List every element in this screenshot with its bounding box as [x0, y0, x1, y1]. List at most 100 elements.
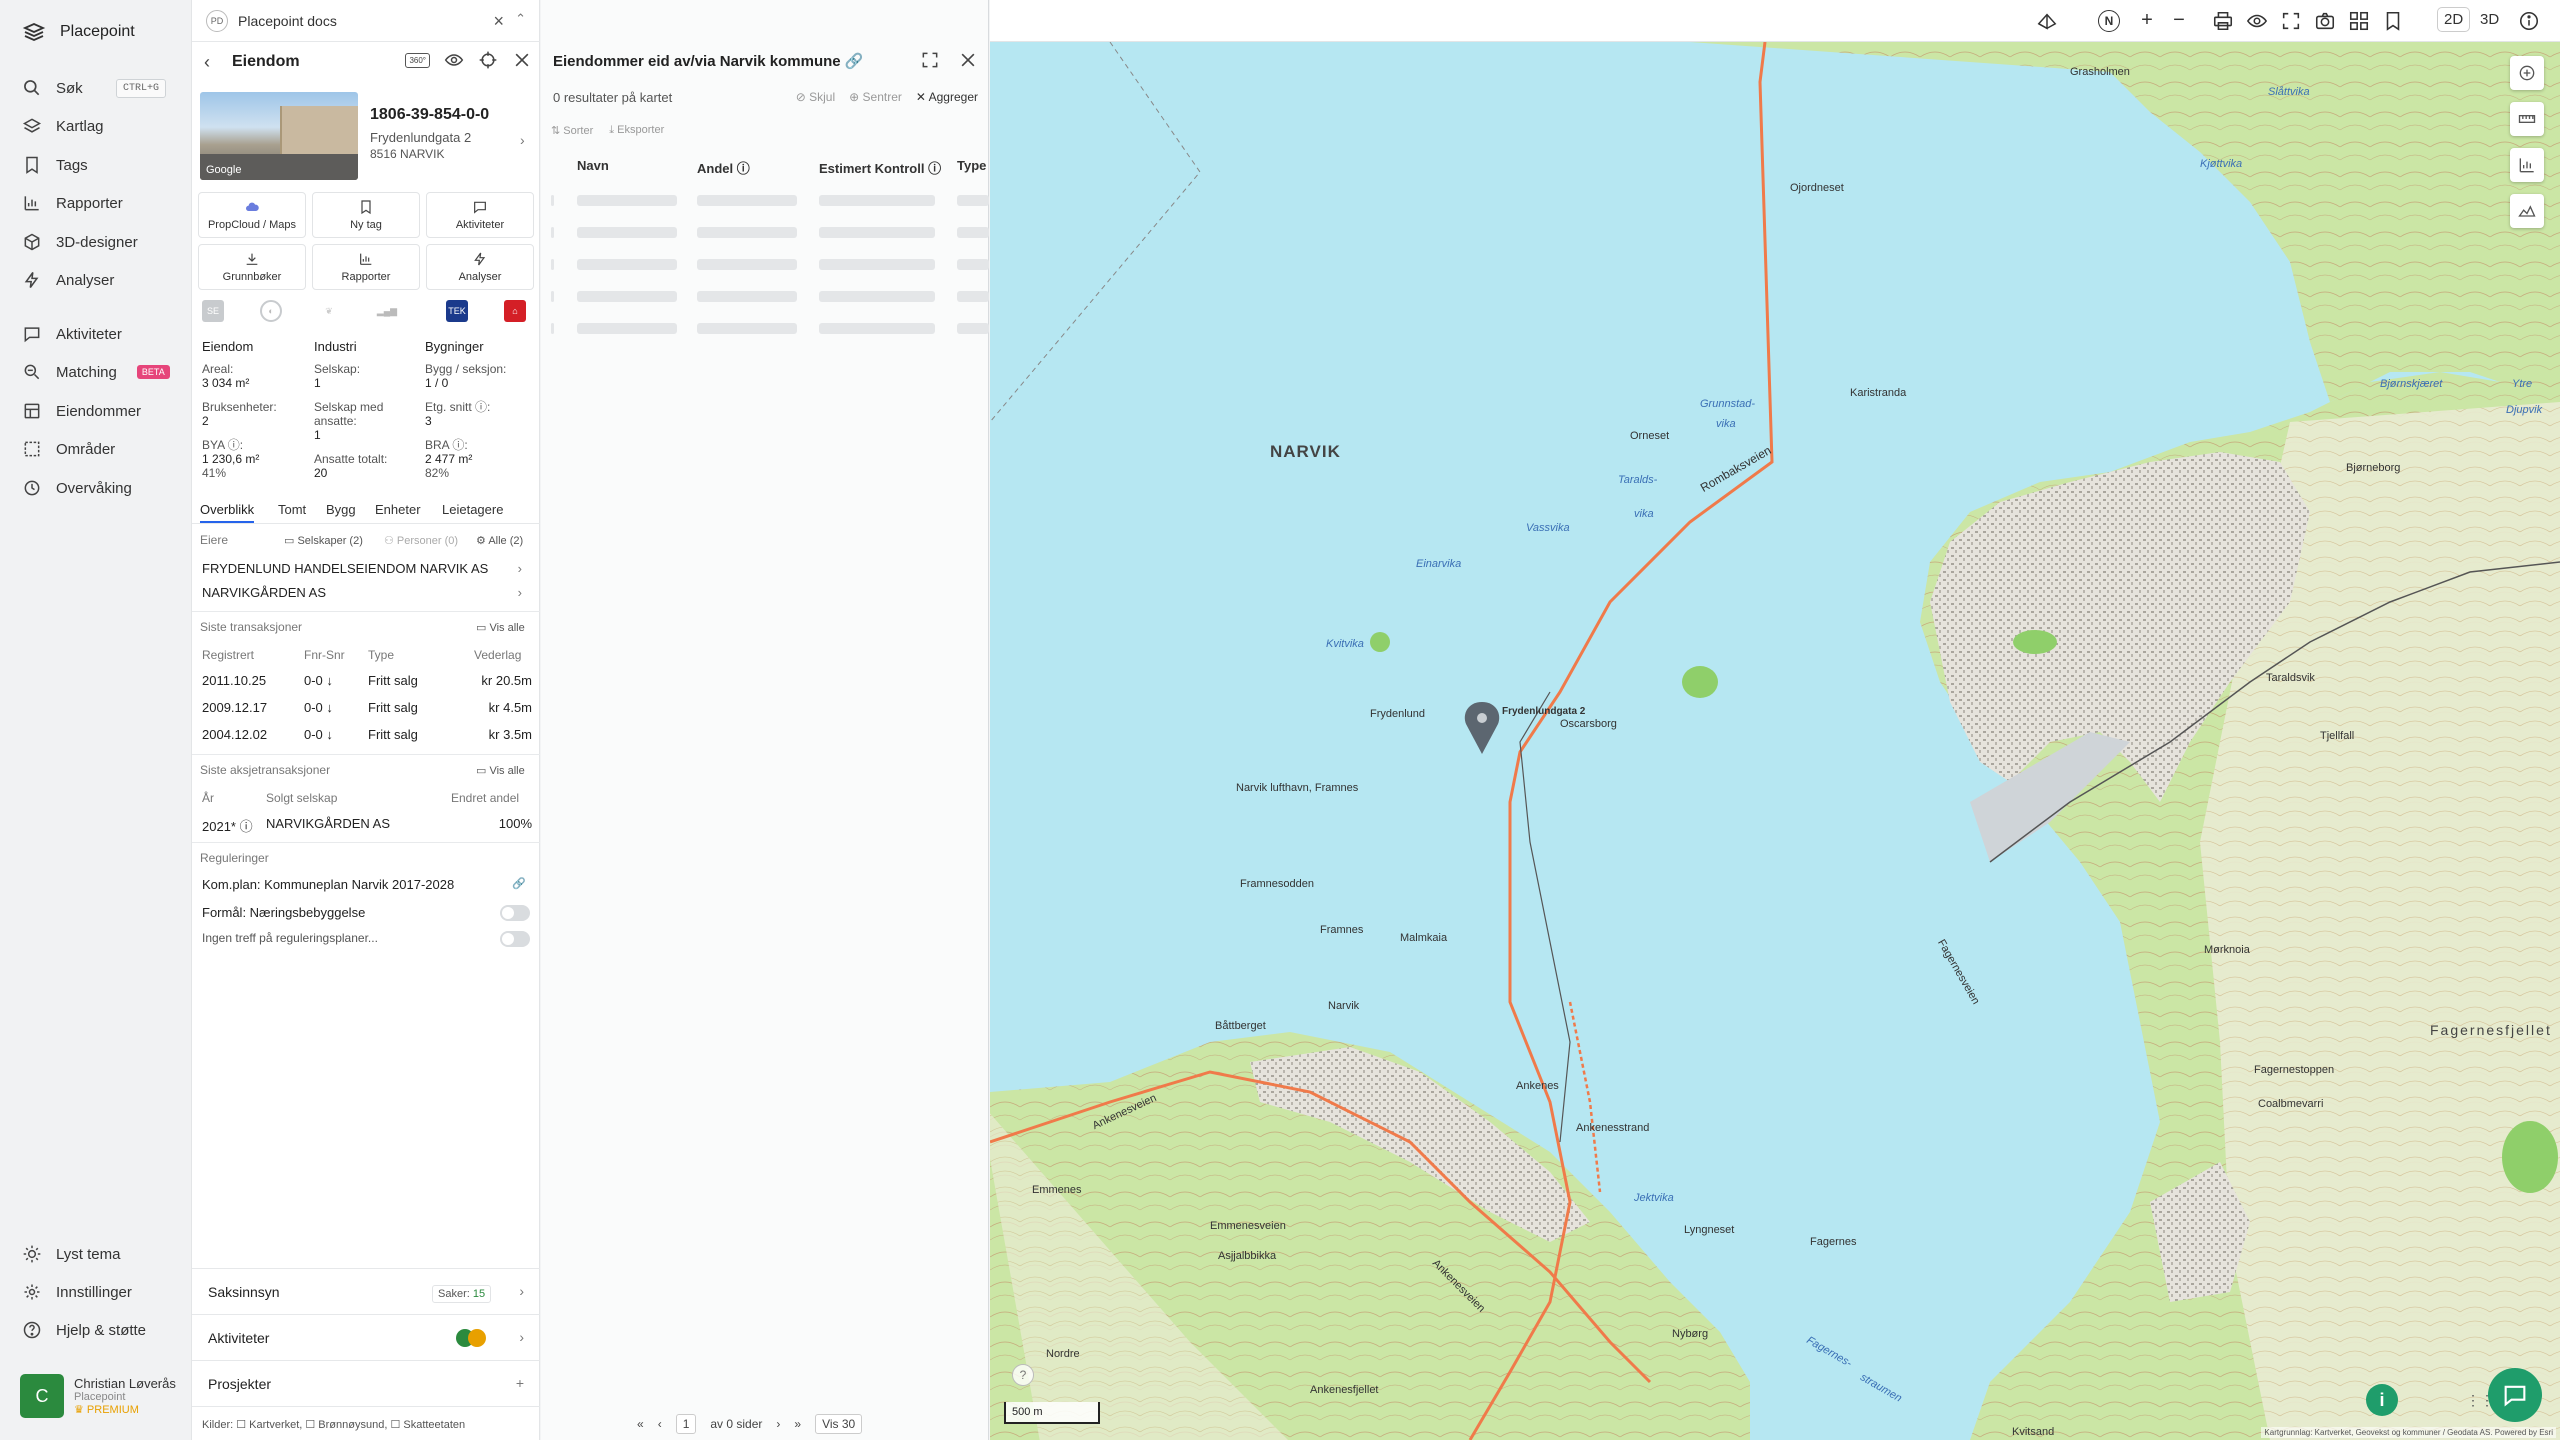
eye-icon[interactable] — [444, 50, 464, 70]
analyses-button[interactable]: Analyser — [426, 244, 534, 290]
bookmark-icon[interactable] — [2382, 10, 2404, 32]
nav-item-tags[interactable]: Tags — [22, 153, 88, 177]
zoom-out-icon[interactable]: − — [2168, 10, 2190, 32]
source-se-icon[interactable]: SE — [202, 300, 224, 322]
expand-docs-icon[interactable]: ⌃ — [515, 11, 526, 27]
nav-item-aktiviteter[interactable]: Aktiviteter — [22, 322, 122, 346]
first-page-icon[interactable]: « — [637, 1417, 644, 1431]
nav-item-matching[interactable]: Matching BETA — [22, 360, 170, 384]
nav-item-overvaking[interactable]: Overvåking — [22, 476, 132, 500]
action-label: Analyser — [458, 271, 502, 283]
info-icon[interactable] — [2518, 10, 2540, 32]
activities-button[interactable]: Aktiviteter — [426, 192, 534, 238]
tab-enheter[interactable]: Enheter — [375, 502, 421, 517]
projects-row[interactable]: Prosjekter + — [192, 1360, 540, 1406]
tab-tomt[interactable]: Tomt — [278, 502, 306, 517]
close-icon[interactable] — [958, 50, 978, 70]
docs-bar[interactable]: PD Placepoint docs × ⌃ — [192, 0, 540, 42]
nav-item-kartlag[interactable]: Kartlag — [22, 114, 104, 138]
col-header-type[interactable]: Type — [957, 158, 986, 173]
transactions-vis-alle[interactable]: ▭ Vis alle — [476, 621, 525, 634]
layer-tool-icon[interactable] — [2510, 56, 2544, 90]
map-3d-view-icon[interactable] — [2036, 10, 2058, 32]
fullscreen-icon[interactable] — [2280, 10, 2302, 32]
reguleringsplan-toggle[interactable] — [500, 931, 530, 947]
plus-icon[interactable]: + — [516, 1375, 524, 1391]
street-view-photo[interactable]: Google — [200, 92, 358, 180]
eye-icon[interactable] — [2246, 10, 2268, 32]
crosshair-icon[interactable] — [478, 50, 498, 70]
skjul-button[interactable]: ⊘ Skjul — [796, 90, 835, 104]
print-icon[interactable] — [2212, 10, 2234, 32]
nav-item-rapporter[interactable]: Rapporter — [22, 191, 123, 215]
link-icon[interactable]: 🔗 — [845, 53, 864, 70]
link-icon[interactable]: 🔗 — [512, 877, 526, 890]
source-tek-icon[interactable]: TEK — [446, 300, 468, 322]
action-label: PropCloud / Maps — [207, 219, 297, 231]
chevron-right-icon[interactable]: › — [520, 132, 525, 148]
tab-leietagere[interactable]: Leietagere — [442, 502, 503, 517]
reports-button[interactable]: Rapporter — [312, 244, 420, 290]
nav-item-eiendommer[interactable]: Eiendommer — [22, 399, 141, 423]
house-icon[interactable]: ⌂ — [504, 300, 526, 322]
tab-overblikk[interactable]: Overblikk — [200, 502, 255, 523]
page-size-select[interactable]: Vis 30 — [815, 1414, 863, 1434]
globe-icon[interactable]: ◐ — [260, 300, 282, 322]
close-docs-icon[interactable]: × — [493, 11, 504, 32]
compass-button[interactable]: N — [2098, 10, 2120, 32]
page-input[interactable]: 1 — [675, 1414, 697, 1434]
back-icon[interactable]: ‹ — [204, 52, 210, 73]
nav-item-3d-designer[interactable]: 3D-designer — [22, 230, 138, 254]
close-icon[interactable] — [512, 50, 532, 70]
eksporter-button[interactable]: ⤓ Eksporter — [609, 124, 664, 137]
info-button[interactable]: i — [2366, 1384, 2398, 1416]
filter-persons[interactable]: ⚇ Personer (0) — [384, 534, 458, 547]
filter-all[interactable]: ⚙ Alle (2) — [476, 534, 523, 547]
reg-kommuneplan[interactable]: Kom.plan: Kommuneplan Narvik 2017-2028 — [202, 877, 532, 892]
profile-tool-icon[interactable] — [2510, 194, 2544, 228]
camera-icon[interactable] — [2314, 10, 2336, 32]
prev-page-icon[interactable]: ‹ — [658, 1417, 662, 1431]
map-canvas[interactable]: NARVIK Fagernesfjellet Frydenlundgata 2 … — [990, 42, 2560, 1440]
aggreger-button[interactable]: ✕ Aggreger — [916, 90, 978, 104]
tab-bygg[interactable]: Bygg — [326, 502, 356, 517]
nav-item-omrader[interactable]: Områder — [22, 437, 115, 461]
brand[interactable]: Placepoint — [22, 20, 135, 44]
owner-row[interactable]: FRYDENLUND HANDELSEIENDOM NARVIK AS › — [202, 561, 532, 576]
leaf-icon[interactable]: ❦ — [318, 300, 340, 322]
360-view-button[interactable]: 360° — [405, 52, 430, 68]
grunnboker-button[interactable]: Grunnbøker — [198, 244, 306, 290]
col-header-navn[interactable]: Navn — [577, 158, 609, 173]
grid-icon[interactable] — [2348, 10, 2370, 32]
mode-3d-button[interactable]: 3D — [2474, 8, 2505, 31]
bars-icon[interactable]: ▂▄▆ — [376, 300, 398, 322]
activities-row[interactable]: Aktiviteter › — [192, 1314, 540, 1360]
formal-toggle[interactable] — [500, 905, 530, 921]
sorter-button[interactable]: ⇅ Sorter — [551, 124, 593, 137]
mode-2d-button[interactable]: 2D — [2438, 8, 2470, 31]
tx-date: 2011.10.25 — [202, 673, 267, 688]
filter-companies[interactable]: ▭ Selskaper (2) — [284, 534, 363, 547]
new-tag-button[interactable]: Ny tag — [312, 192, 420, 238]
chat-support-button[interactable] — [2488, 1368, 2542, 1422]
measure-tool-icon[interactable] — [2510, 102, 2544, 136]
nav-item-innstillinger[interactable]: Innstillinger — [22, 1280, 132, 1304]
zoom-in-icon[interactable]: + — [2136, 10, 2158, 32]
saksinnsyn-row[interactable]: Saksinnsyn Saker: 15 › — [192, 1268, 540, 1314]
nav-item-analyser[interactable]: Analyser — [22, 268, 114, 292]
propcloud-button[interactable]: PropCloud / Maps — [198, 192, 306, 238]
col-header-andel[interactable]: Andel ⓘ — [697, 158, 750, 177]
chart-tool-icon[interactable] — [2510, 148, 2544, 182]
next-page-icon[interactable]: › — [776, 1417, 780, 1431]
user-profile[interactable]: C Christian Løverås Placepoint ♛ PREMIUM — [20, 1372, 180, 1420]
nav-item-search[interactable]: Søk — [22, 76, 83, 100]
share-tx-vis-alle[interactable]: ▭ Vis alle — [476, 764, 525, 777]
nav-item-hjelp[interactable]: Hjelp & støtte — [22, 1318, 146, 1342]
sentrer-button[interactable]: ⊕ Sentrer — [849, 90, 902, 104]
nav-item-lyst-tema[interactable]: Lyst tema — [22, 1242, 120, 1266]
last-page-icon[interactable]: » — [794, 1417, 801, 1431]
col-header-kontroll[interactable]: Estimert Kontroll ⓘ — [819, 158, 941, 177]
fullscreen-icon[interactable] — [920, 50, 940, 70]
owner-row[interactable]: NARVIKGÅRDEN AS › — [202, 585, 532, 600]
map-help-icon[interactable]: ? — [1012, 1364, 1034, 1386]
